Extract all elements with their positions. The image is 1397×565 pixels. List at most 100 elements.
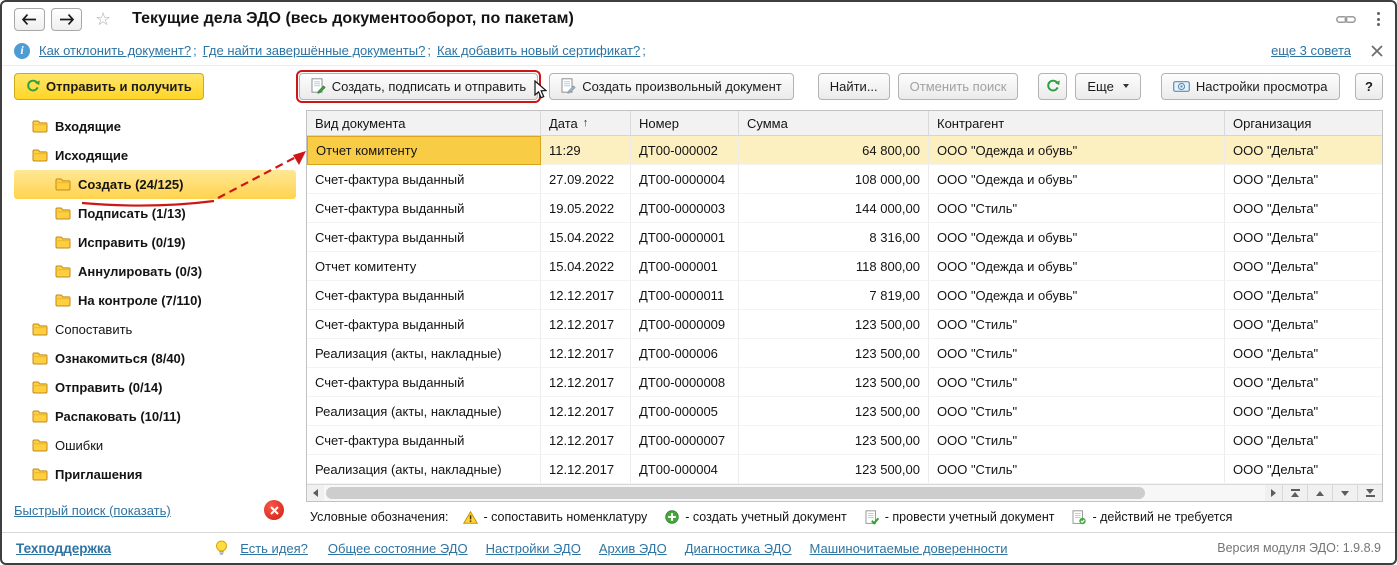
table-cell: ООО "Дельта" bbox=[1225, 339, 1382, 368]
sidebar-item-label: Подписать (1/13) bbox=[78, 206, 186, 221]
annotation-highlight-box: Создать, подписать и отправить bbox=[295, 69, 548, 103]
view-settings-button[interactable]: Настройки просмотра bbox=[1160, 72, 1340, 100]
table-cell: ООО "Дельта" bbox=[1225, 455, 1382, 484]
go-last-row-button[interactable] bbox=[1357, 485, 1382, 501]
sidebar-item[interactable]: Создать (24/125) bbox=[14, 170, 296, 199]
forward-button[interactable] bbox=[51, 7, 82, 31]
sidebar-item[interactable]: Исправить (0/19) bbox=[14, 228, 296, 257]
get-link-icon[interactable] bbox=[1336, 14, 1356, 25]
go-first-row-button[interactable] bbox=[1282, 485, 1307, 501]
table-row[interactable]: Счет-фактура выданный 12.12.2017 ДТ00-0000… bbox=[307, 281, 1382, 310]
table-row[interactable]: Реализация (акты, накладные) 12.12.2017 ДТ… bbox=[307, 455, 1382, 484]
column-label: Дата bbox=[549, 115, 578, 131]
sidebar-item[interactable]: Аннулировать (0/3) bbox=[14, 257, 296, 286]
quick-search-link[interactable]: Быстрый поиск (показать) bbox=[14, 503, 171, 518]
sidebar-item[interactable]: Сопоставить bbox=[14, 315, 296, 344]
sidebar-item[interactable]: Отправить (0/14) bbox=[14, 373, 296, 402]
table-cell: Отчет комитенту bbox=[307, 252, 541, 281]
go-next-row-button[interactable] bbox=[1332, 485, 1357, 501]
document-icon bbox=[561, 78, 576, 94]
more-button[interactable]: Еще bbox=[1075, 72, 1141, 100]
tech-support-link[interactable]: Техподдержка bbox=[16, 541, 111, 556]
sidebar-item[interactable]: Входящие bbox=[14, 112, 296, 141]
table-row[interactable]: Счет-фактура выданный 15.04.2022 ДТ00-0000… bbox=[307, 223, 1382, 252]
column-header[interactable]: Контрагент bbox=[929, 111, 1225, 135]
more-menu-icon[interactable] bbox=[1374, 9, 1383, 29]
sidebar-item[interactable]: Подписать (1/13) bbox=[14, 199, 296, 228]
sidebar-item[interactable]: Распаковать (10/11) bbox=[14, 402, 296, 431]
scroll-right-button[interactable] bbox=[1265, 485, 1282, 501]
scrollbar-thumb[interactable] bbox=[326, 487, 1145, 499]
sidebar-item-label: Ошибки bbox=[55, 438, 104, 453]
table-row[interactable]: Реализация (акты, накладные) 12.12.2017 ДТ… bbox=[307, 339, 1382, 368]
table-cell: 12.12.2017 bbox=[541, 281, 631, 310]
cancel-search-button[interactable]: Отменить поиск bbox=[897, 72, 1019, 100]
column-header[interactable]: Дата ↑ bbox=[541, 111, 631, 135]
folder-icon bbox=[55, 178, 71, 191]
legend-text: - создать учетный документ bbox=[685, 510, 847, 524]
table-cell: 123 500,00 bbox=[739, 310, 929, 339]
find-button[interactable]: Найти... bbox=[817, 72, 890, 100]
triangle-up-icon bbox=[1316, 490, 1324, 496]
sidebar-item[interactable]: На контроле (7/110) bbox=[14, 286, 296, 315]
footer-link[interactable]: Общее состояние ЭДО bbox=[328, 541, 468, 556]
favorite-star-icon[interactable]: ☆ bbox=[95, 9, 111, 30]
column-header[interactable]: Сумма bbox=[739, 111, 929, 135]
sidebar-item[interactable]: Ознакомиться (8/40) bbox=[14, 344, 296, 373]
table-cell: ДТ00-0000004 bbox=[631, 165, 739, 194]
scroll-left-button[interactable] bbox=[307, 485, 324, 501]
folder-icon bbox=[32, 352, 48, 365]
table-cell: ДТ00-0000003 bbox=[631, 194, 739, 223]
back-button[interactable] bbox=[14, 7, 45, 31]
table-row[interactable]: Счет-фактура выданный 12.12.2017 ДТ00-0000… bbox=[307, 368, 1382, 397]
table-cell: ДТ00-0000007 bbox=[631, 426, 739, 455]
footer-link[interactable]: Машиночитаемые доверенности bbox=[810, 541, 1008, 556]
go-prev-row-button[interactable] bbox=[1307, 485, 1332, 501]
close-icon[interactable] bbox=[1371, 44, 1383, 57]
footer-link[interactable]: Диагностика ЭДО bbox=[685, 541, 792, 556]
footer-link[interactable]: Архив ЭДО bbox=[599, 541, 667, 556]
idea-link[interactable]: Есть идея? bbox=[240, 541, 308, 556]
sort-asc-icon: ↑ bbox=[582, 117, 589, 129]
sidebar-item[interactable]: Исходящие bbox=[14, 141, 296, 170]
version-label: Версия модуля ЭДО: 1.9.8.9 bbox=[1217, 541, 1381, 555]
help-button[interactable]: ? bbox=[1355, 72, 1383, 100]
footer-link[interactable]: Настройки ЭДО bbox=[486, 541, 581, 556]
scrollbar-track[interactable] bbox=[324, 485, 1265, 501]
column-header[interactable]: Организация bbox=[1225, 111, 1382, 135]
sidebar-item-label: Сопоставить bbox=[55, 322, 133, 337]
sidebar-item[interactable]: Приглашения bbox=[14, 460, 296, 489]
legend-text: - сопоставить номенклатуру bbox=[483, 510, 648, 524]
folder-icon bbox=[32, 120, 48, 133]
create-sign-send-button[interactable]: Создать, подписать и отправить bbox=[298, 72, 539, 100]
clear-filter-button[interactable] bbox=[262, 498, 286, 522]
toolbar: Отправить и получить Создать, подписать … bbox=[2, 66, 1395, 106]
send-receive-button[interactable]: Отправить и получить bbox=[14, 72, 204, 100]
legend-item: - сопоставить номенклатуру bbox=[462, 510, 648, 524]
more-tips-link[interactable]: еще 3 совета bbox=[1271, 43, 1351, 58]
sidebar-item[interactable]: Ошибки bbox=[14, 431, 296, 460]
table-row[interactable]: Отчет комитенту 15.04.2022 ДТ00-000001 118 … bbox=[307, 252, 1382, 281]
table-cell: Счет-фактура выданный bbox=[307, 194, 541, 223]
column-header[interactable]: Вид документа bbox=[307, 111, 541, 135]
horizontal-scrollbar[interactable] bbox=[307, 484, 1382, 501]
app-window: ☆ Текущие дела ЭДО (весь документооборот… bbox=[0, 0, 1397, 565]
table-row[interactable]: Реализация (акты, накладные) 12.12.2017 ДТ… bbox=[307, 397, 1382, 426]
table-cell: ДТ00-000002 bbox=[631, 136, 739, 165]
create-arbitrary-document-button[interactable]: Создать произвольный документ bbox=[549, 72, 794, 100]
table-cell: ООО "Дельта" bbox=[1225, 310, 1382, 339]
table-cell: ДТ00-000001 bbox=[631, 252, 739, 281]
table-row[interactable]: Счет-фактура выданный 12.12.2017 ДТ00-0000… bbox=[307, 310, 1382, 339]
help-link[interactable]: Где найти завершённые документы? bbox=[203, 43, 426, 58]
folder-icon bbox=[55, 265, 71, 278]
titlebar: ☆ Текущие дела ЭДО (весь документооборот… bbox=[2, 2, 1395, 36]
table-row[interactable]: Счет-фактура выданный 27.09.2022 ДТ00-0000… bbox=[307, 165, 1382, 194]
table-row[interactable]: Отчет комитенту 11:29 ДТ00-000002 64 800,00… bbox=[307, 136, 1382, 165]
table-row[interactable]: Счет-фактура выданный 19.05.2022 ДТ00-0000… bbox=[307, 194, 1382, 223]
refresh-button[interactable] bbox=[1038, 72, 1068, 100]
table-cell: ООО "Дельта" bbox=[1225, 252, 1382, 281]
help-link[interactable]: Как отклонить документ? bbox=[39, 43, 191, 58]
help-link[interactable]: Как добавить новый сертификат? bbox=[437, 43, 640, 58]
column-header[interactable]: Номер bbox=[631, 111, 739, 135]
table-row[interactable]: Счет-фактура выданный 12.12.2017 ДТ00-0000… bbox=[307, 426, 1382, 455]
